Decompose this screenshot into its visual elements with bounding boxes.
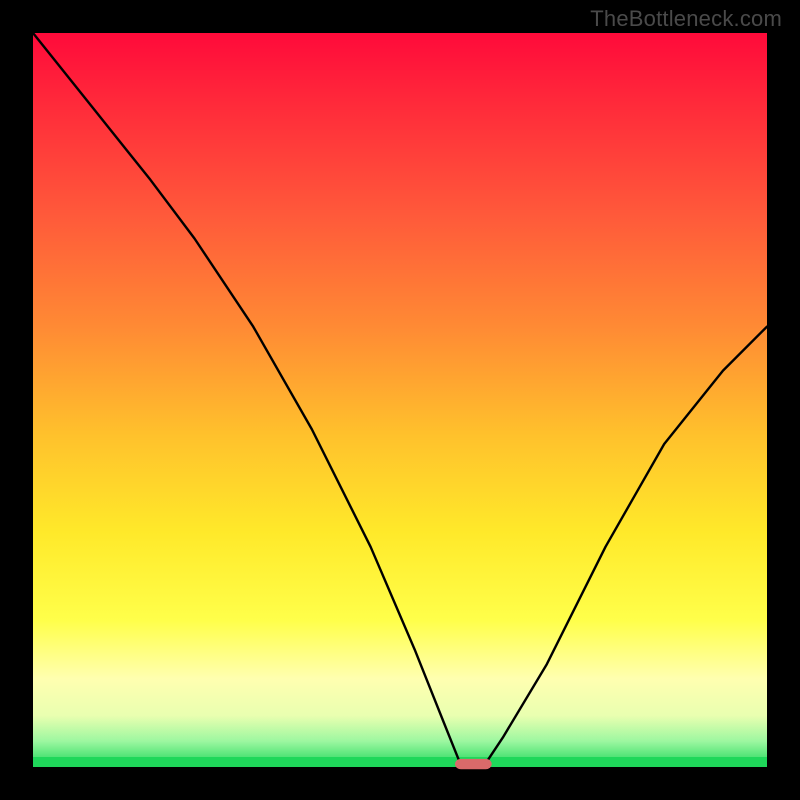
baseline-strip	[33, 757, 767, 767]
chart-frame: TheBottleneck.com	[0, 0, 800, 800]
optimal-marker	[455, 759, 492, 769]
gradient-background	[33, 33, 767, 767]
bottleneck-chart	[0, 0, 800, 800]
watermark-text: TheBottleneck.com	[590, 6, 782, 32]
